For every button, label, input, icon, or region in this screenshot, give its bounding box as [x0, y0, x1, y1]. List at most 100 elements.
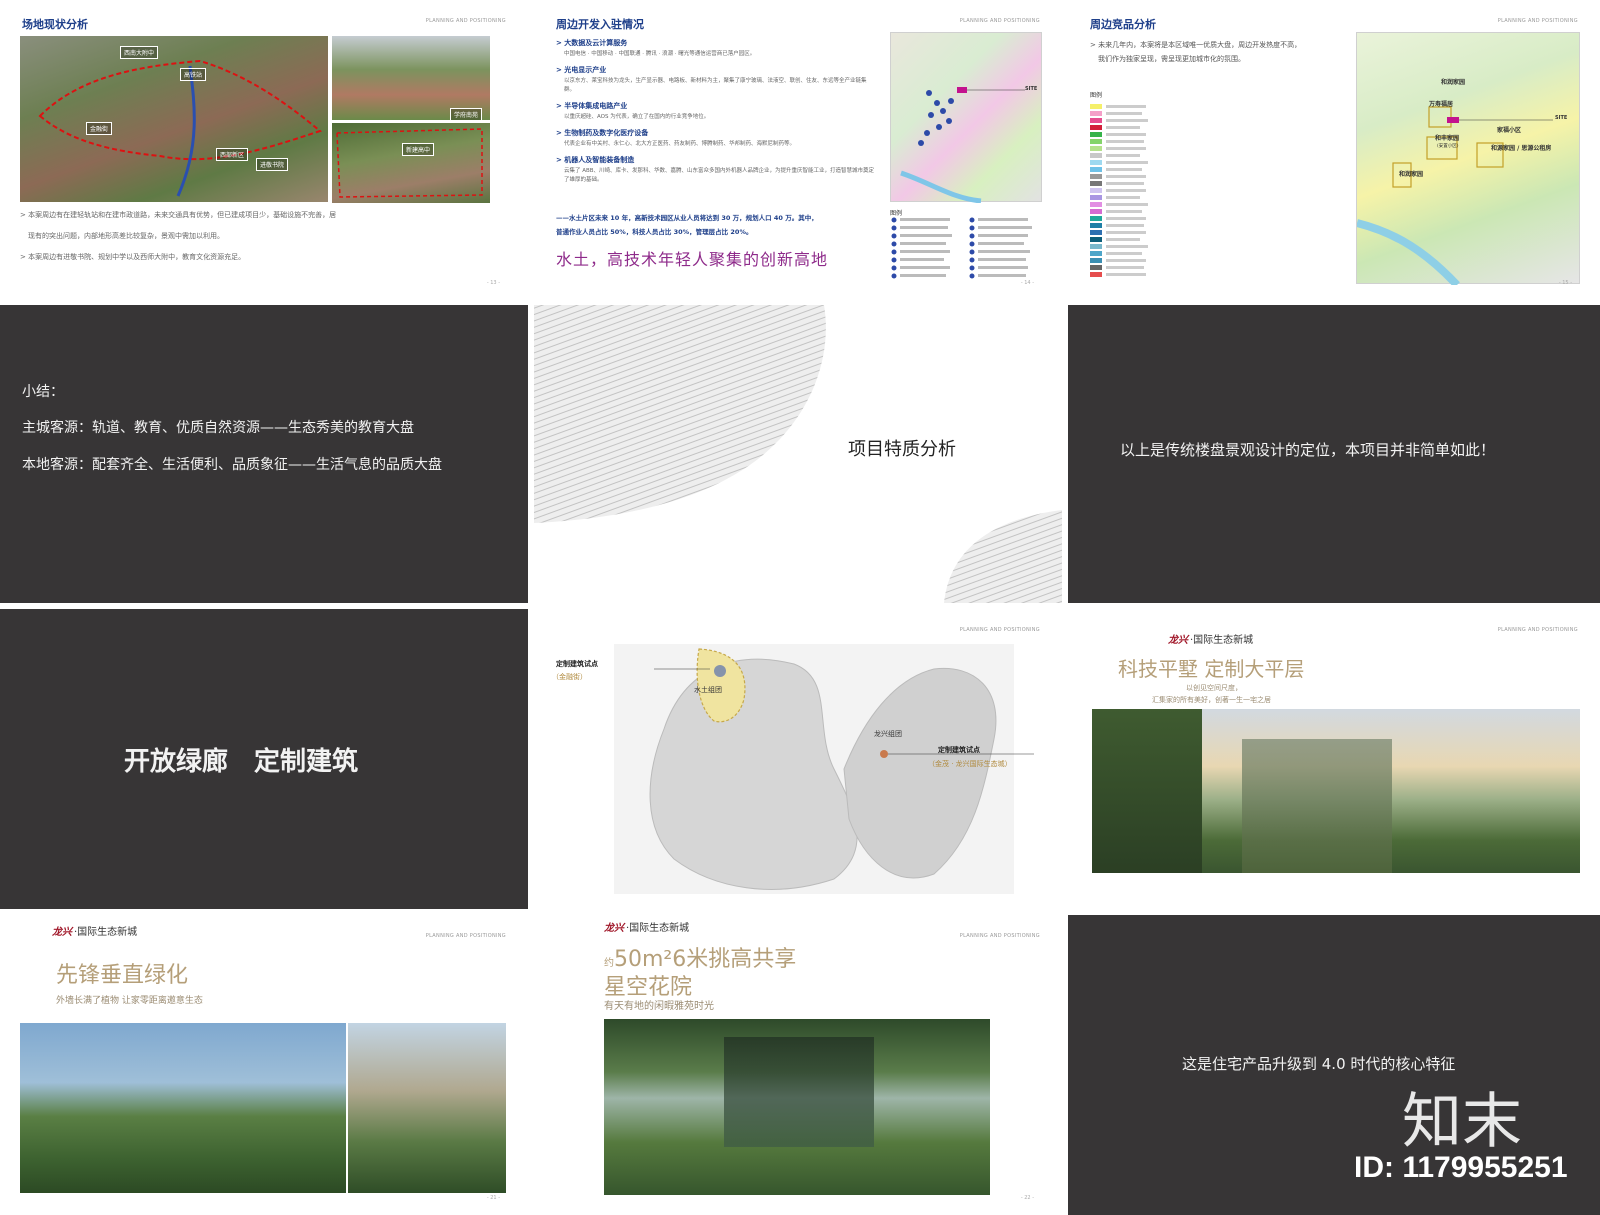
map-label: 和润家园	[1441, 79, 1466, 86]
industry-body: 以重庆超硅、AOS 为代表，确立了在国内的行业竞争地位。	[564, 114, 710, 120]
page-number: - 14 -	[1020, 280, 1034, 286]
section-title: 项目特质分析	[848, 439, 956, 460]
slide-tech-villa: 龙兴 ·国际生态新城 PLANNING AND POSITIONING 科技平墅 …	[1068, 609, 1600, 909]
watermark-id: ID: 1179955251	[1354, 1151, 1568, 1184]
statement-text: 以上是传统楼盘景观设计的定位，本项目并非简单如此！	[1120, 441, 1496, 459]
industry-item: > 光电显示产业 以京东方、莱宝科技为龙头，生产显示器、电路板、新材料为主，聚集…	[556, 65, 876, 95]
slide-positioning-statement: 以上是传统楼盘景观设计的定位，本项目并非简单如此！	[1068, 305, 1600, 603]
industry-heading: > 半导体集成电路产业	[556, 102, 628, 110]
site-boundary-overlay	[38, 59, 323, 197]
brand-mark: 龙兴	[604, 923, 624, 934]
slide-core-features: 这是住宅产品升级到 4.0 时代的核心特征 知末 ID: 1179955251	[1068, 915, 1600, 1215]
map-label: 进敬书院	[256, 158, 289, 171]
paragraph-line-2: 我们作为独家呈现，需呈现更加城市化的氛围。	[1098, 55, 1245, 63]
zone-label: 龙兴组团	[874, 730, 902, 738]
summary-heading: 小结：	[22, 384, 64, 400]
page-number: - 15 -	[1558, 280, 1572, 286]
subline: 外墙长满了植物 让家零距离邀意生态	[56, 996, 203, 1006]
land-use-legend	[1090, 104, 1170, 284]
map-label: 和润家园	[1399, 171, 1424, 178]
zone-label: 水土组团	[694, 686, 722, 694]
map-label: 新建高中	[402, 143, 435, 156]
industry-heading: > 大数据及云计算服务	[556, 39, 628, 47]
industry-item: > 大数据及云计算服务 中国电信 · 中国移动 · 中国联通 · 腾讯 · 浪潮…	[556, 38, 876, 59]
industry-body: 中国电信 · 中国移动 · 中国联通 · 腾讯 · 浪潮 · 曙光等通信运营商已…	[564, 51, 756, 57]
legend-list	[891, 217, 1032, 279]
concept-title: 开放绿廊 定制建筑	[124, 747, 359, 777]
map-label: (安置小区)	[1437, 144, 1459, 149]
subline: 有天有地的闲暇雅苑时光	[604, 1001, 714, 1012]
aerial-photo-main: 西南大附中 高铁站 金融街 西部新区 进敬书院	[20, 36, 328, 202]
vertical-forest-photo	[20, 1023, 346, 1193]
header-tag: PLANNING AND POSITIONING	[425, 18, 506, 24]
page-number: - 13 -	[486, 280, 500, 286]
header-tag: PLANNING AND POSITIONING	[425, 933, 506, 939]
aerial-photo-top-right: 学府南苑	[332, 36, 490, 121]
map-label: 西部新区	[216, 148, 249, 161]
map-label: 学府南苑	[450, 108, 483, 121]
glass-window	[724, 1037, 874, 1147]
highlight-line-1: ——水土片区未来 10 年，高新技术园区从业人员将达到 30 万，规划人口 40…	[556, 214, 818, 222]
subline-1: 以创见空间尺度，	[1186, 684, 1242, 692]
pilot-point-2-label: 定制建筑试点	[938, 746, 980, 754]
map-label: 西南大附中	[120, 46, 159, 59]
summary-line-1: 主城客源：轨道、教育、优质自然资源——生态秀美的教育大盘	[22, 420, 414, 436]
brand-logo: 龙兴 ·国际生态新城	[52, 923, 137, 938]
map-label: 和丰家园	[1435, 135, 1460, 142]
header-tag: PLANNING AND POSITIONING	[1497, 18, 1578, 24]
industry-body: 以京东方、莱宝科技为龙头，生产显示器、电路板、新材料为主，聚集了康宁玻璃、法液空…	[564, 78, 867, 93]
brand-name: ·国际生态新城	[74, 927, 138, 938]
site-label: SITE	[1555, 115, 1568, 121]
paragraph-1-line-1: > 本案周边有在建轻轨站和在建市政道路，未来交通具有优势，但已建成项目少，基础设…	[20, 211, 337, 219]
headline-prefix: 约	[604, 958, 614, 969]
industry-item: > 生物制药及数字化医疗设备 代表企业有中关村、永仁心、北大方正医药、药友制药、…	[556, 128, 876, 149]
balcony-photo	[1092, 709, 1580, 873]
summary-line-2: 本地客源：配套齐全、生活便利、品质象征——生活气息的品质大盘	[22, 457, 442, 473]
sky-garden-photo	[604, 1019, 990, 1195]
industry-item: > 半导体集成电路产业 以重庆超硅、AOS 为代表，确立了在国内的行业竞争地位。	[556, 101, 876, 122]
header-tag: PLANNING AND POSITIONING	[959, 18, 1040, 24]
brand-name: ·国际生态新城	[626, 923, 690, 934]
industry-heading: > 光电显示产业	[556, 66, 607, 74]
pilot-point-2-sub: （金茂 · 龙兴国际生态城）	[928, 760, 1012, 768]
paragraph-line-1: > 未来几年内，本案将是本区域唯一优质大盘，周边开发热度不高，	[1090, 41, 1302, 49]
map-label: 万寿福居	[1429, 101, 1454, 108]
core-statement: 这是住宅产品升级到 4.0 时代的核心特征	[1182, 1055, 1456, 1073]
slide-site-analysis: 场地现状分析 PLANNING AND POSITIONING 西南大附中 高铁…	[0, 0, 528, 300]
brand-logo: 龙兴 ·国际生态新城	[604, 919, 689, 934]
slogan: 水土，高技术年轻人聚集的创新高地	[556, 250, 829, 269]
stone-texture-graphic	[534, 305, 1062, 603]
residential-tower-photo	[348, 1023, 506, 1193]
brand-logo: 龙兴 ·国际生态新城	[1168, 631, 1253, 646]
page-number: - 22 -	[1020, 1195, 1034, 1201]
page-number: - 21 -	[486, 1195, 500, 1201]
paragraph-1-line-2: 现有的突出问题，内部地形高差比较复杂，景观中需加以利用。	[28, 232, 224, 240]
slide-project-characteristics: 项目特质分析	[534, 305, 1062, 603]
slide-title: 场地现状分析	[22, 18, 88, 31]
slide-pilot-map: PLANNING AND POSITIONING 定制建筑试点 （金融街） 水土…	[534, 609, 1062, 909]
brand-mark: 龙兴	[52, 927, 72, 938]
site-label: SITE	[1025, 86, 1038, 92]
highlight-line-2: 普通作业人员占比 50%，科技人员占比 30%，管理层占比 20%。	[556, 228, 753, 236]
aerial-photo-bottom-right: 新建高中	[332, 123, 490, 203]
paragraph-2: > 本案周边有进敬书院、规划中学以及西师大附中，教育文化资源充足。	[20, 253, 246, 261]
balcony-frame	[1242, 739, 1392, 873]
slide-summary: 小结： 主城客源：轨道、教育、优质自然资源——生态秀美的教育大盘 本地客源：配套…	[0, 305, 528, 603]
subline-2: 汇集家的所有美好，创著一生一宅之居	[1152, 696, 1271, 704]
map-label: 高铁站	[180, 68, 207, 81]
industry-item: > 机器人及智能装备制造 云集了 ABB、川崎、库卡、发那科、华数、嘉腾、山东富…	[556, 155, 876, 185]
slide-competitor-analysis: 周边竞品分析 PLANNING AND POSITIONING > 未来几年内，…	[1068, 0, 1600, 300]
industry-body: 云集了 ABB、川崎、库卡、发那科、华数、嘉腾、山东富众多国内外机器人品牌企业，…	[564, 168, 875, 183]
industry-list: > 大数据及云计算服务 中国电信 · 中国移动 · 中国联通 · 腾讯 · 浪潮…	[556, 38, 876, 191]
slide-title: 周边竞品分析	[1090, 18, 1156, 31]
map-label: 家福小区	[1497, 127, 1522, 134]
pilot-point-1-label: 定制建筑试点	[556, 660, 598, 668]
headline: 科技平墅 定制大平层	[1118, 657, 1305, 681]
watermark-logo: 知末	[1402, 1087, 1522, 1157]
balcony-plants	[1092, 709, 1202, 873]
industry-body: 代表企业有中关村、永仁心、北大方正医药、药友制药、博腾制药、华邦制药、海默尼制药…	[564, 141, 796, 147]
brand-name: ·国际生态新城	[1190, 635, 1254, 646]
header-tag: PLANNING AND POSITIONING	[1497, 627, 1578, 633]
pilot-point-1-sub: （金融街）	[552, 673, 587, 681]
industry-heading: > 生物制药及数字化医疗设备	[556, 129, 649, 137]
